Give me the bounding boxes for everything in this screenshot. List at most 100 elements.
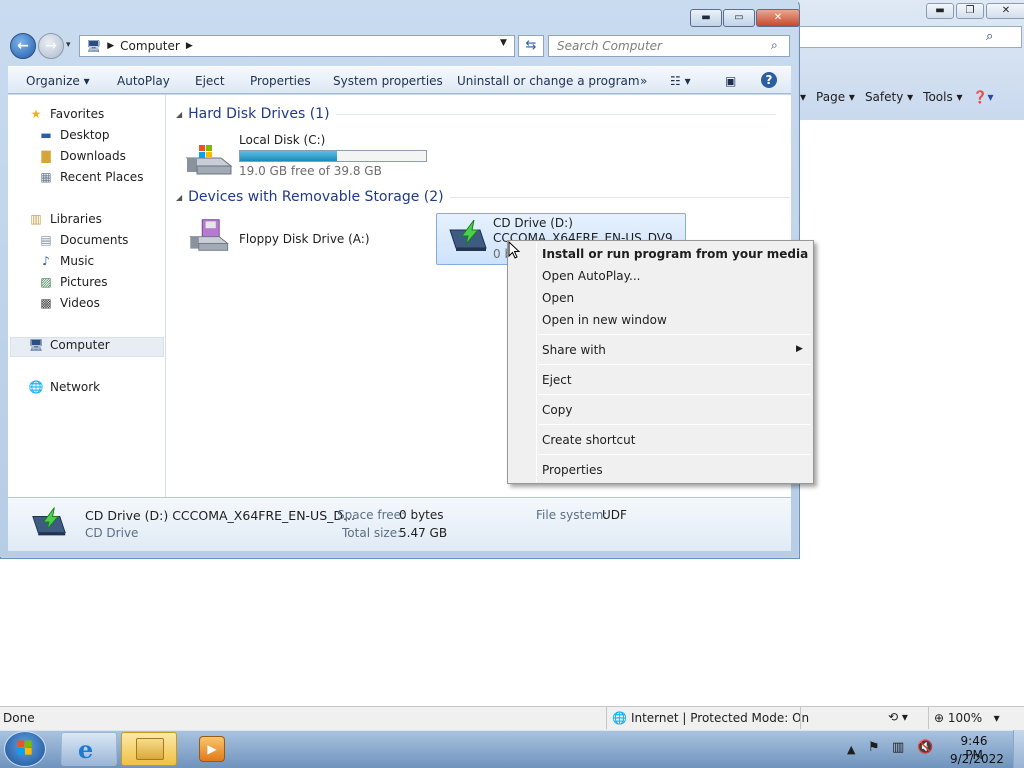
ie-safety-menu[interactable]: Safety ▾ <box>865 90 913 104</box>
nav-item-libraries[interactable]: ▥ Libraries <box>28 212 102 226</box>
nav-item-computer[interactable]: 🖥 Computer <box>28 338 110 352</box>
nav-label: Favorites <box>50 107 105 121</box>
floppy-drive-name[interactable]: Floppy Disk Drive (A:) <box>239 232 370 246</box>
history-dropdown-icon[interactable]: ▾ <box>66 40 71 50</box>
menu-item-open[interactable]: Open <box>542 291 574 305</box>
internet-explorer-icon: e <box>78 735 94 764</box>
system-properties-button[interactable]: System properties <box>333 74 443 88</box>
recent-places-icon: ▦ <box>40 170 52 184</box>
help-icon[interactable]: ❓▾ <box>973 90 994 104</box>
ie-restore-button[interactable]: ❐ <box>956 3 984 19</box>
hard-disk-icon[interactable] <box>185 142 233 176</box>
ie-minimize-button[interactable]: ▬ <box>926 3 954 19</box>
search-icon[interactable]: ⌕ <box>986 29 993 44</box>
address-bar[interactable]: 🖥 ▶ Computer ▶ <box>79 35 515 57</box>
menu-item-install[interactable]: Install or run program from your media <box>542 247 808 261</box>
cd-drive-icon <box>449 219 487 251</box>
refresh-button[interactable]: ⇆ <box>518 35 544 57</box>
space-free-label: Space free: <box>337 508 406 522</box>
desktop-icon: ▬ <box>40 128 52 142</box>
volume-muted-icon[interactable]: 🔇 <box>917 740 933 755</box>
nav-label: Libraries <box>50 212 102 226</box>
start-button[interactable] <box>4 731 46 767</box>
menu-separator <box>538 334 810 335</box>
menu-item-copy[interactable]: Copy <box>542 403 572 417</box>
menu-item-open-autoplay[interactable]: Open AutoPlay... <box>542 269 640 283</box>
media-player-icon[interactable]: ▶ <box>199 736 225 762</box>
local-disk-name[interactable]: Local Disk (C:) <box>239 133 325 147</box>
organize-button[interactable]: Organize ▾ <box>26 74 90 88</box>
address-dropdown-icon[interactable]: ▼ <box>500 38 507 48</box>
minimize-button[interactable]: ▬ <box>690 9 722 27</box>
nav-item-documents[interactable]: ▤ Documents <box>38 233 128 247</box>
nav-item-downloads[interactable]: ▇ Downloads <box>38 149 126 163</box>
breadcrumb-arrow-icon[interactable]: ▶ <box>107 41 114 51</box>
close-button[interactable]: ✕ <box>756 9 800 27</box>
properties-button[interactable]: Properties <box>250 74 311 88</box>
preview-pane-icon[interactable]: ▣ <box>725 74 736 88</box>
ie-zone-label: Internet | Protected Mode: On <box>630 711 810 725</box>
autoplay-button[interactable]: AutoPlay <box>117 74 170 88</box>
details-pane <box>8 497 791 551</box>
ie-close-button[interactable]: ✕ <box>986 3 1024 19</box>
group-header-removable[interactable]: ◢ Devices with Removable Storage (2) <box>176 189 790 205</box>
breadcrumb-computer[interactable]: Computer <box>120 39 180 53</box>
action-center-flag-icon[interactable]: ⚑ <box>868 740 880 755</box>
zoom-control[interactable]: ⊕ 100% ▾ <box>934 711 1000 725</box>
total-size-label: Total size: <box>342 526 402 540</box>
file-system-value: UDF <box>602 508 627 522</box>
clock-date[interactable]: 9/2/2022 <box>950 752 1004 766</box>
nav-item-desktop[interactable]: ▬ Desktop <box>38 128 109 142</box>
details-title: CD Drive (D:) CCCOMA_X64FRE_EN-US_D... <box>85 508 355 523</box>
uninstall-program-button[interactable]: Uninstall or change a program <box>457 74 640 88</box>
ie-page-menu[interactable]: Page ▾ <box>816 90 855 104</box>
ie-security-zone[interactable]: 🌐 Internet | Protected Mode: On <box>612 711 809 725</box>
eject-button[interactable]: Eject <box>195 74 225 88</box>
taskbar-explorer-button[interactable] <box>121 732 177 766</box>
more-commands-button[interactable]: » <box>640 74 647 88</box>
folder-icon <box>136 738 164 760</box>
ie-dropdown-icon[interactable]: ▾ <box>800 90 806 104</box>
nav-item-videos[interactable]: ▩ Videos <box>38 296 100 310</box>
chevron-down-icon: ▾ <box>986 711 1000 725</box>
protected-mode-icon[interactable]: ⟲ ▾ <box>888 710 908 724</box>
menu-item-eject[interactable]: Eject <box>542 373 572 387</box>
zoom-level: 100% <box>947 711 983 725</box>
search-icon[interactable]: ⌕ <box>771 38 778 53</box>
show-hidden-icons[interactable]: ▲ <box>847 743 855 756</box>
maximize-button[interactable]: ▭ <box>723 9 755 27</box>
menu-item-create-shortcut[interactable]: Create shortcut <box>542 433 635 447</box>
details-type: CD Drive <box>85 526 139 540</box>
ie-command-bar: ▾ Page ▾ Safety ▾ Tools ▾ ❓▾ <box>800 90 994 104</box>
forward-button[interactable]: → <box>38 33 64 59</box>
menu-item-share-with[interactable]: Share with <box>542 343 606 357</box>
nav-item-pictures[interactable]: ▨ Pictures <box>38 275 107 289</box>
menu-separator <box>538 394 810 395</box>
nav-item-recent-places[interactable]: ▦ Recent Places <box>38 170 143 184</box>
show-desktop-button[interactable] <box>1013 730 1024 768</box>
search-input[interactable]: Search Computer <box>548 35 790 57</box>
nav-item-music[interactable]: ♪ Music <box>38 254 94 268</box>
windows-logo-icon <box>17 740 32 755</box>
network-tray-icon[interactable]: ▥ <box>892 740 904 755</box>
group-header-label: Devices with Removable Storage (2) <box>188 189 444 205</box>
group-header-hard-disks[interactable]: ◢ Hard Disk Drives (1) <box>176 106 776 122</box>
globe-icon: 🌐 <box>612 711 627 725</box>
context-menu-gutter <box>536 242 537 482</box>
mouse-cursor-icon <box>508 241 520 259</box>
back-button[interactable]: ← <box>10 33 36 59</box>
disk-usage-fill <box>240 151 337 161</box>
nav-item-favorites[interactable]: ★ Favorites <box>28 107 105 121</box>
ie-status-text: Done <box>3 711 35 725</box>
cd-drive-name: CD Drive (D:) <box>493 216 573 230</box>
taskbar-ie-button[interactable]: e <box>61 732 117 766</box>
menu-item-open-new-window[interactable]: Open in new window <box>542 313 667 327</box>
ie-tools-menu[interactable]: Tools ▾ <box>923 90 962 104</box>
change-view-icon[interactable]: ☷ ▾ <box>670 74 691 88</box>
breadcrumb-arrow-icon[interactable]: ▶ <box>186 41 193 51</box>
menu-item-properties[interactable]: Properties <box>542 463 603 477</box>
nav-label: Computer <box>50 338 110 352</box>
nav-item-network[interactable]: 🌐 Network <box>28 380 101 394</box>
help-icon[interactable]: ? <box>761 72 777 88</box>
floppy-drive-icon[interactable] <box>185 218 233 252</box>
